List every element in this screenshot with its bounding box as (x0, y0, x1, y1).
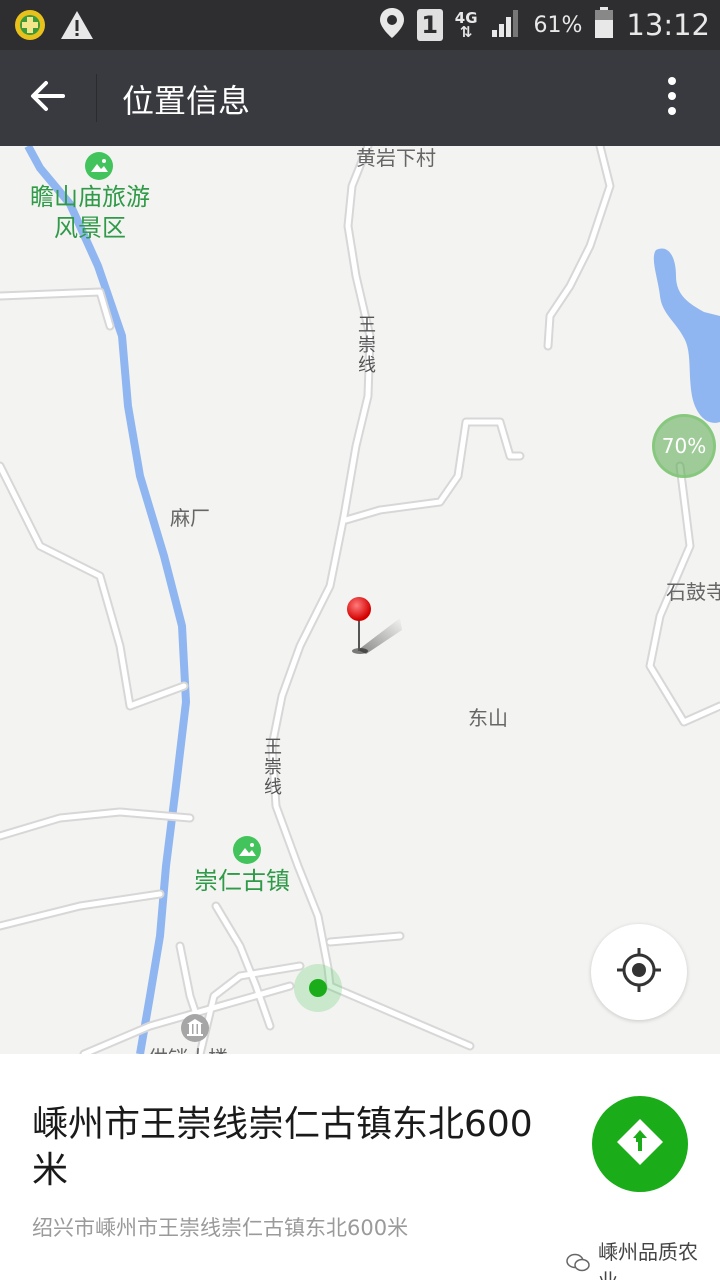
building-icon[interactable] (181, 1014, 209, 1042)
directions-button[interactable] (592, 1096, 688, 1192)
map-view[interactable]: 黄岩下村 瞻山庙旅游 风景区 王崇线 王崇线 麻厂 东山 石鼓寺 70% 崇仁古… (0, 146, 720, 1054)
red-map-pin-icon (344, 596, 404, 666)
poi-scenic-area-line1: 瞻山庙旅游 (30, 183, 150, 211)
label-bottom-place: 供销大楼 (148, 1042, 228, 1054)
battery-icon (594, 7, 614, 43)
poi-ancient-town[interactable]: 崇仁古镇 (194, 866, 290, 897)
battery-percent: 61% (533, 12, 583, 38)
lake (653, 248, 720, 423)
app-bar: 位置信息 (0, 50, 720, 146)
location-title: 嵊州市王崇线崇仁古镇东北600米 (32, 1104, 533, 1191)
percent-badge: 70% (652, 414, 716, 478)
watermark: 嵊州品质农业 (560, 1234, 720, 1280)
app-bar-divider (96, 74, 97, 122)
poi-scenic-area[interactable]: 瞻山庙旅游 风景区 (30, 182, 150, 244)
current-location-dot (309, 979, 327, 997)
more-options-button[interactable] (648, 72, 696, 124)
signal-icon (490, 8, 522, 42)
road-label-lower: 王崇线 (264, 737, 282, 798)
mountain-landscape-icon-2[interactable] (233, 836, 261, 864)
directions-arrow-icon (615, 1117, 665, 1171)
watermark-text: 嵊州品质农业 (598, 1240, 698, 1280)
label-temple: 石鼓寺 (666, 580, 720, 604)
label-east-hill: 东山 (468, 706, 508, 730)
wechat-icon (566, 1253, 590, 1278)
locate-me-button[interactable] (591, 924, 687, 1020)
app-notification-icon (14, 9, 46, 45)
crosshair-locate-icon (615, 946, 663, 998)
poi-scenic-area-line2: 风景区 (54, 214, 126, 242)
label-village-top: 黄岩下村 (356, 146, 436, 170)
mountain-landscape-icon[interactable] (85, 152, 113, 180)
warning-icon (60, 10, 94, 44)
status-bar: 1 4G ⇅ 61% 13:12 (0, 0, 720, 50)
location-subtitle: 绍兴市嵊州市王崇线崇仁古镇东北600米 (32, 1216, 409, 1240)
network-type: 4G ⇅ (454, 9, 478, 41)
location-info-panel: 嵊州市王崇线崇仁古镇东北600米 绍兴市嵊州市王崇线崇仁古镇东北600米 嵊州品… (0, 1054, 720, 1280)
back-arrow-icon (30, 80, 66, 116)
clock: 13:12 (626, 8, 710, 42)
back-button[interactable] (18, 68, 78, 128)
page-title: 位置信息 (122, 82, 251, 120)
sim-indicator: 1 (416, 9, 443, 41)
label-mill: 麻厂 (170, 506, 210, 530)
location-icon (379, 7, 405, 43)
network-label: 4G (454, 9, 478, 27)
more-vertical-icon (667, 76, 677, 120)
road-label-upper: 王崇线 (358, 315, 376, 376)
